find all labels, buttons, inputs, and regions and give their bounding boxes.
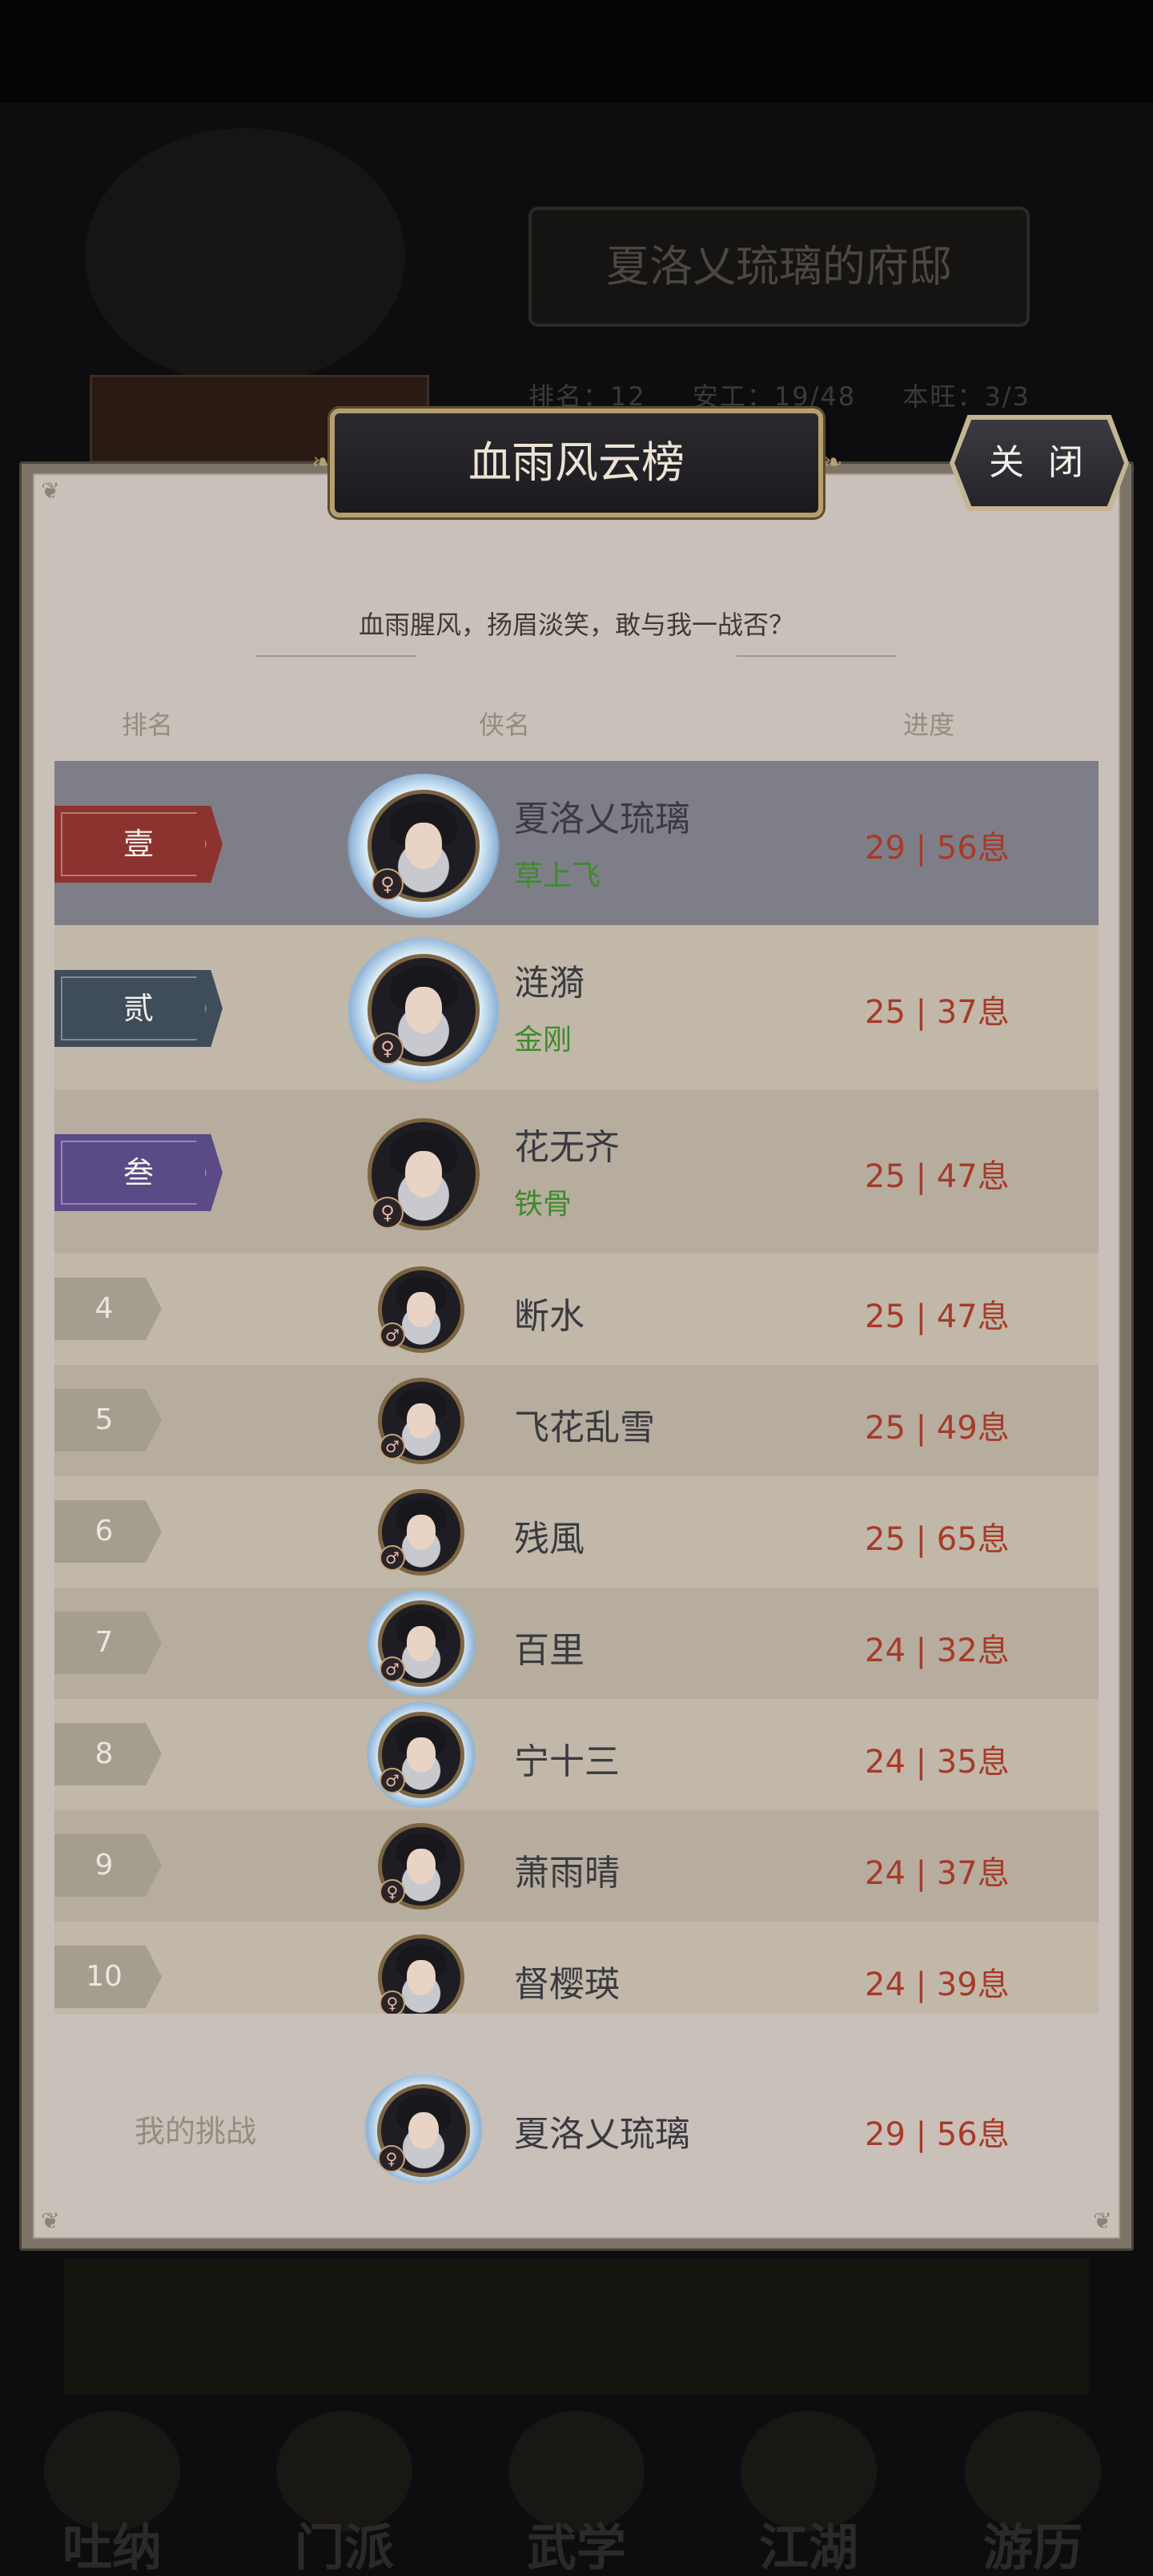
hero-name: 宁十三: [514, 1741, 620, 1782]
corner-ornament-icon: ❦: [1093, 2208, 1112, 2234]
hero-name: 飞花乱雪: [514, 1407, 655, 1448]
rank-badge: 8: [54, 1723, 162, 1785]
nav-jianghu[interactable]: 江湖: [737, 2411, 881, 2576]
avatar[interactable]: ♂: [373, 1373, 469, 1469]
ranking-row-5[interactable]: 5 ♂ 飞花乱雪 25 | 49息: [54, 1365, 1099, 1476]
hero-name: 涟漪: [514, 963, 585, 1004]
female-icon: ♀: [378, 2145, 405, 2172]
male-icon: ♂: [380, 1434, 405, 1459]
ranking-row-4[interactable]: 4 ♂ 断水 25 | 47息: [54, 1254, 1099, 1365]
ranking-row-6[interactable]: 6 ♂ 残風 25 | 65息: [54, 1476, 1099, 1588]
stat-prosperity: 本旺：3/3: [902, 381, 1030, 412]
corner-ornament-icon: ❦: [41, 477, 60, 504]
hero-name: 花无齐: [514, 1127, 620, 1168]
hero-name: 萧雨晴: [514, 1853, 620, 1894]
rank-badge: 5: [54, 1389, 162, 1451]
avatar[interactable]: ♂: [373, 1262, 469, 1358]
hero-progress: 25 | 47息: [865, 1158, 1010, 1195]
nav-breathing[interactable]: 吐纳: [40, 2411, 184, 2576]
hero-skill: 金刚: [514, 1024, 572, 1057]
hero-name: 残風: [514, 1519, 585, 1560]
male-icon: ♂: [380, 1656, 405, 1682]
ranking-row-9[interactable]: 9 ♀ 萧雨晴 24 | 37息: [54, 1810, 1099, 1922]
header-hero: 侠名: [479, 710, 531, 740]
nav-martial-arts[interactable]: 武学: [504, 2411, 649, 2576]
header-progress: 进度: [903, 710, 955, 740]
female-icon: ♀: [372, 868, 404, 900]
avatar[interactable]: ♀: [348, 938, 500, 1082]
hero-skill: 铁骨: [514, 1188, 572, 1221]
slogan-text: 血雨腥风，扬眉淡笑，敢与我一战否？: [358, 610, 794, 640]
ranking-row-10[interactable]: 10 ♀ 督樱瑛 24 | 39息: [54, 1922, 1099, 2014]
male-icon: ♂: [380, 1768, 405, 1793]
stat-workers: 安工：19/48: [692, 381, 857, 412]
hero-progress: 29 | 56息: [865, 830, 1010, 867]
nav-travel[interactable]: 游历: [961, 2411, 1105, 2576]
hero-skill: 草上飞: [514, 859, 601, 892]
hero-progress: 24 | 37息: [865, 1855, 1010, 1892]
avatar[interactable]: ♀: [373, 1930, 469, 2014]
background-lower-scene: [64, 2259, 1089, 2395]
female-icon: ♀: [372, 1032, 404, 1065]
divider: [256, 655, 416, 657]
hero-progress: 24 | 32息: [865, 1632, 1010, 1669]
corner-ornament-icon: ❦: [41, 2208, 60, 2234]
avatar[interactable]: ♂: [367, 1702, 476, 1808]
hero-name: 督樱瑛: [514, 1964, 620, 2005]
avatar[interactable]: ♂: [367, 1591, 476, 1697]
header-rank: 排名: [122, 710, 174, 740]
female-icon: ♀: [380, 1879, 405, 1905]
dialog-title: 血雨风云榜: [330, 409, 823, 517]
avatar[interactable]: ♀: [348, 774, 500, 918]
status-bar: [0, 0, 1153, 103]
ranking-row-2[interactable]: 贰 ♀ 涟漪 金刚 25 | 37息: [54, 925, 1099, 1089]
hero-name: 夏洛乂琉璃: [514, 799, 690, 839]
rank-badge: 6: [54, 1500, 162, 1563]
rank-badge: 9: [54, 1834, 162, 1897]
rank-badge: 贰: [54, 970, 223, 1047]
hero-name: 百里: [514, 1630, 585, 1671]
rank-badge: 4: [54, 1278, 162, 1340]
male-icon: ♂: [380, 1322, 405, 1348]
female-icon: ♀: [372, 1197, 404, 1229]
ranking-row-7[interactable]: 7 ♂ 百里 24 | 32息: [54, 1588, 1099, 1699]
ranking-row-1[interactable]: 壹 ♀ 夏洛乂琉璃 草上飞 29 | 56息: [54, 761, 1099, 925]
close-button[interactable]: 关 闭: [954, 420, 1124, 506]
avatar[interactable]: ♂: [373, 1484, 469, 1580]
female-icon: ♀: [380, 1990, 405, 2014]
mansion-image: [85, 128, 405, 384]
ranking-row-3[interactable]: 叁 ♀ 花无齐 铁骨 25 | 47息: [54, 1089, 1099, 1254]
rank-badge: 壹: [54, 806, 223, 883]
hero-progress: 25 | 47息: [865, 1298, 1010, 1335]
rank-badge: 叁: [54, 1134, 223, 1211]
ranking-row-8[interactable]: 8 ♂ 宁十三 24 | 35息: [54, 1699, 1099, 1810]
nav-sect[interactable]: 门派: [272, 2411, 416, 2576]
ranking-list[interactable]: 壹 ♀ 夏洛乂琉璃 草上飞 29 | 56息 贰 ♀ 涟漪 金刚 25 | 37…: [54, 761, 1099, 2014]
my-progress: 29 | 56息: [865, 2116, 1010, 2153]
avatar[interactable]: ♀: [373, 1818, 469, 1914]
avatar[interactable]: ♀: [348, 1102, 500, 1246]
hero-name: 断水: [514, 1296, 585, 1337]
hero-progress: 24 | 39息: [865, 1966, 1010, 2003]
my-hero-name: 夏洛乂琉璃: [514, 2114, 690, 2155]
hero-progress: 25 | 65息: [865, 1521, 1010, 1558]
male-icon: ♂: [380, 1545, 405, 1571]
divider: [737, 655, 897, 657]
rank-badge: 7: [54, 1612, 162, 1674]
hero-progress: 25 | 49息: [865, 1410, 1010, 1447]
mansion-title: 夏洛乂琉璃的府邸: [528, 207, 1030, 327]
stat-rank: 排名：12: [528, 381, 646, 412]
bottom-nav: 吐纳 门派 武学 江湖 游历: [0, 2387, 1153, 2576]
hero-progress: 25 | 37息: [865, 994, 1010, 1031]
hero-progress: 24 | 35息: [865, 1744, 1010, 1781]
my-avatar[interactable]: ♀: [364, 2075, 484, 2184]
rank-badge: 10: [54, 1946, 162, 2008]
my-challenge-label: 我的挑战: [135, 2114, 257, 2149]
